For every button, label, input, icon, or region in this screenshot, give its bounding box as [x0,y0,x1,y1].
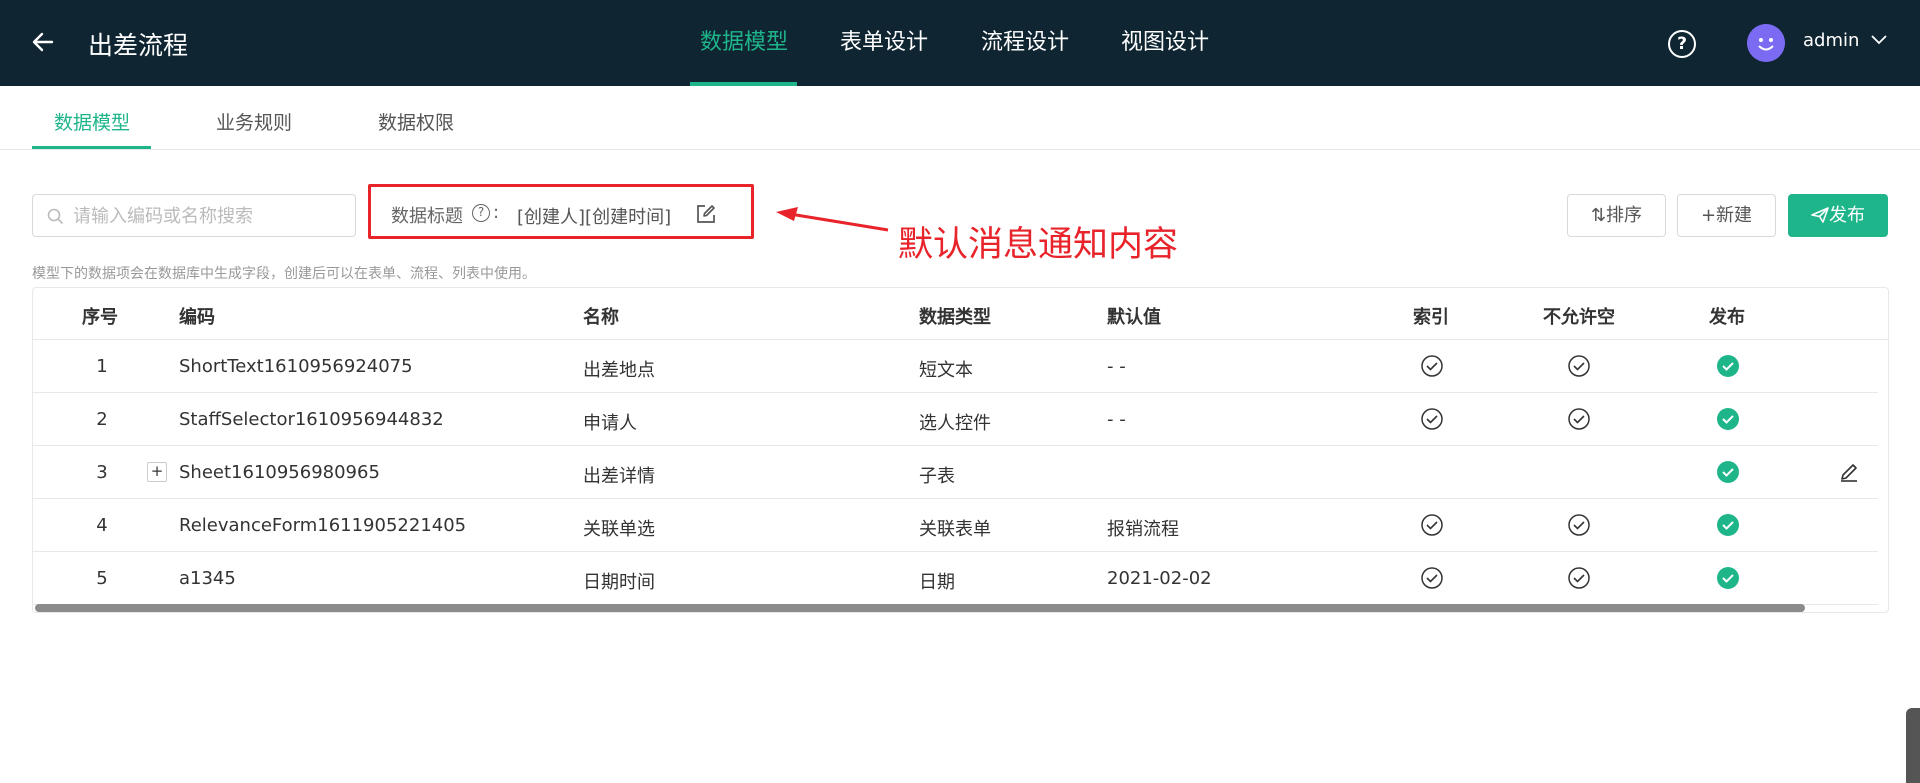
nav-tab-form-design[interactable]: 表单设计 [840,0,928,86]
nav-tab-process-design[interactable]: 流程设计 [981,0,1069,86]
col-header-code: 编码 [179,307,215,328]
published-check-icon [1716,566,1740,590]
table-header: 序号 编码 名称 数据类型 默认值 索引 不允许空 发布 [33,288,1888,340]
annotation-arrow-icon [776,207,889,232]
data-title-value: [创建人][创建时间] [517,207,672,228]
data-title-colon: : [493,202,500,223]
subtab-active-indicator [32,146,151,149]
user-name[interactable]: admin [1803,30,1859,51]
required-check-icon [1567,354,1591,378]
index-check-icon [1420,354,1444,378]
cell-no: 1 [96,356,108,377]
col-header-name: 名称 [583,307,619,328]
search-box[interactable] [32,194,356,237]
data-title-label: 数据标题 [391,206,463,227]
search-input[interactable] [73,201,343,231]
help-circle-icon[interactable]: ? [472,204,490,222]
cell-name: 出差详情 [583,466,655,487]
nav-tab-view-design[interactable]: 视图设计 [1121,0,1209,86]
table-row[interactable]: 1 ShortText1610956924075 出差地点 短文本 - - [33,340,1878,393]
col-header-index: 索引 [1413,307,1449,328]
data-title-setting: 数据标题 ? : [创建人][创建时间] [368,184,754,239]
avatar[interactable] [1747,24,1785,62]
sort-button[interactable]: ⇅排序 [1567,194,1666,237]
cell-default: 报销流程 [1107,519,1179,540]
table-row[interactable]: 4 RelevanceForm1611905221405 关联单选 关联表单 报销流程 [33,499,1878,552]
table-row[interactable]: 5 a1345 日期时间 日期 2021-02-02 [33,552,1878,605]
cell-code: RelevanceForm1611905221405 [179,515,467,536]
cell-name: 申请人 [583,413,637,434]
publish-button-label: 发布 [1829,205,1865,226]
cell-name: 关联单选 [583,519,655,540]
new-button[interactable]: +新建 [1677,194,1776,237]
search-icon [47,208,64,225]
col-header-type: 数据类型 [919,307,991,328]
edit-icon[interactable] [695,203,717,225]
row-edit-icon[interactable] [1838,461,1860,483]
published-check-icon [1716,460,1740,484]
data-model-table: 序号 编码 名称 数据类型 默认值 索引 不允许空 发布 1 ShortText1… [32,287,1889,613]
question-circle-icon[interactable]: ? [1668,30,1696,58]
cell-no: 3 [96,462,108,483]
required-check-icon [1567,407,1591,431]
col-header-publish: 发布 [1709,307,1745,328]
subtab-data-permissions[interactable]: 数据权限 [378,108,454,135]
index-check-icon [1420,513,1444,537]
cell-no: 5 [96,568,108,589]
cell-type: 选人控件 [919,413,991,434]
app-title: 出差流程 [88,31,189,60]
cell-code: Sheet1610956980965 [179,462,380,483]
index-check-icon [1420,566,1444,590]
publish-button[interactable]: 发布 [1788,194,1888,237]
annotation-text: 默认消息通知内容 [898,225,1179,265]
subtab-business-rules[interactable]: 业务规则 [216,108,292,135]
required-check-icon [1567,513,1591,537]
cell-default: - - [1107,356,1126,377]
cell-type: 日期 [919,572,955,593]
cell-default: - - [1107,409,1126,430]
subtab-data-model[interactable]: 数据模型 [54,108,130,135]
index-check-icon [1420,407,1444,431]
top-header: 出差流程 数据模型 表单设计 流程设计 视图设计 ? admin [0,0,1920,86]
published-check-icon [1716,354,1740,378]
cell-type: 短文本 [919,360,973,381]
cell-type: 子表 [919,466,955,487]
sub-tabs: 数据模型 业务规则 数据权限 [0,86,1920,150]
back-arrow-icon[interactable] [30,29,56,55]
cell-code: ShortText1610956924075 [179,356,413,377]
required-check-icon [1567,566,1591,590]
table-row[interactable]: 2 StaffSelector1610956944832 申请人 选人控件 - - [33,393,1878,446]
cell-code: a1345 [179,568,236,589]
cell-no: 2 [96,409,108,430]
table-row[interactable]: 3 + Sheet1610956980965 出差详情 子表 [33,446,1878,499]
hint-text: 模型下的数据项会在数据库中生成字段，创建后可以在表单、流程、列表中使用。 [32,266,536,282]
nav-tab-data-model[interactable]: 数据模型 [700,0,788,86]
expand-row-button[interactable]: + [147,462,167,482]
cell-default: 2021-02-02 [1107,568,1212,589]
horizontal-scrollbar[interactable] [35,604,1805,612]
side-panel-handle[interactable] [1906,708,1920,783]
cell-code: StaffSelector1610956944832 [179,409,444,430]
col-header-required: 不允许空 [1543,307,1615,328]
col-header-no: 序号 [82,307,118,328]
cell-name: 出差地点 [583,360,655,381]
cell-no: 4 [96,515,108,536]
send-icon [1811,207,1829,223]
cell-name: 日期时间 [583,572,655,593]
col-header-default: 默认值 [1107,307,1161,328]
chevron-down-icon[interactable] [1870,33,1888,47]
published-check-icon [1716,407,1740,431]
cell-type: 关联表单 [919,519,991,540]
published-check-icon [1716,513,1740,537]
